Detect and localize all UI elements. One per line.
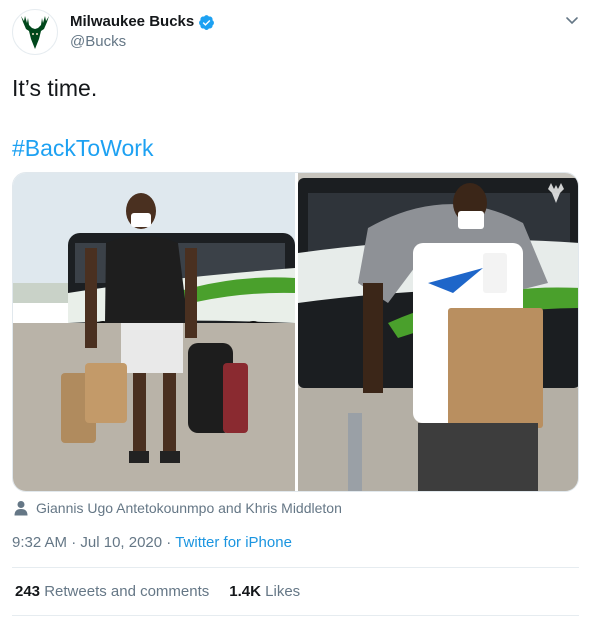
bucks-deer-logo-icon (21, 16, 49, 49)
retweets-label: Retweets and comments (44, 583, 210, 600)
tweet-source-link[interactable]: Twitter for iPhone (175, 534, 292, 551)
retweets-stat[interactable]: 243 Retweets and comments (15, 582, 209, 602)
tweet-stats: 243 Retweets and comments 1.4K Likes (15, 582, 300, 602)
photo-right[interactable] (298, 173, 578, 491)
divider (12, 567, 579, 568)
avatar[interactable] (12, 9, 58, 55)
likes-count: 1.4K (229, 583, 261, 600)
author-handle[interactable]: @Bucks (70, 32, 126, 52)
media-grid (12, 172, 579, 492)
tweet-meta: 9:32 AM · Jul 10, 2020 · Twitter for iPh… (12, 533, 292, 553)
photo-left[interactable] (13, 173, 295, 491)
hashtag-link[interactable]: #BackToWork (12, 133, 153, 163)
meta-separator: · (166, 534, 172, 551)
person-icon (14, 501, 28, 516)
author-name[interactable]: Milwaukee Bucks (70, 12, 215, 32)
meta-separator: · (71, 534, 77, 551)
likes-label: Likes (265, 583, 301, 600)
tweet-text: It’s time. (12, 75, 98, 101)
likes-stat[interactable]: 1.4K Likes (229, 582, 300, 602)
verified-badge-icon (199, 14, 215, 30)
retweets-count: 243 (15, 583, 41, 600)
author-name-label[interactable]: Milwaukee Bucks (70, 12, 194, 32)
divider (12, 615, 579, 616)
chevron-down-icon[interactable] (562, 10, 582, 30)
people-tag[interactable]: Giannis Ugo Antetokounmpo and Khris Midd… (14, 498, 342, 518)
tweet-date[interactable]: Jul 10, 2020 (80, 534, 162, 551)
people-tag-label[interactable]: Giannis Ugo Antetokounmpo and Khris Midd… (36, 498, 342, 518)
tweet-time[interactable]: 9:32 AM (12, 534, 67, 551)
